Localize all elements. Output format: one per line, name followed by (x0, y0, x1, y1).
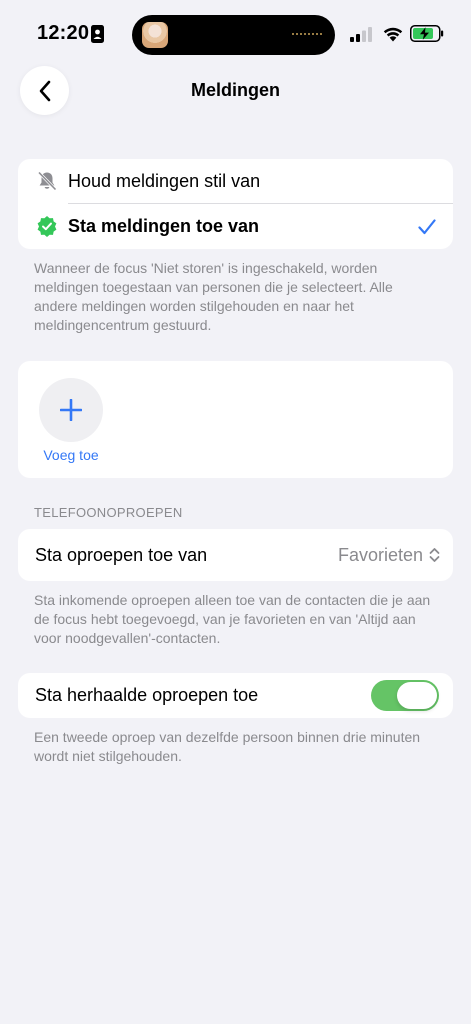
option-label: Houd meldingen stil van (68, 171, 261, 191)
chevron-up-down-icon (429, 548, 440, 562)
checkmark-badge-icon (37, 216, 57, 237)
allow-calls-footnote: Sta inkomende oproepen alleen toe van de… (34, 592, 431, 646)
checkmark-icon (418, 219, 436, 235)
option-silence-notifications[interactable]: Houd meldingen stil van (18, 159, 453, 204)
now-playing-avatar (142, 22, 168, 48)
status-bar: 12:20 (0, 0, 471, 70)
add-person-button[interactable] (39, 378, 103, 442)
repeated-calls-footnote: Een tweede oproep van dezelfde persoon b… (34, 729, 421, 764)
wifi-icon (383, 27, 403, 42)
plus-icon (60, 399, 82, 421)
people-group: Voeg toe (18, 361, 453, 478)
bell-slash-icon (37, 171, 57, 191)
toggle-knob (397, 682, 437, 709)
option-label: Sta meldingen toe van (68, 216, 260, 236)
battery-charging-icon (410, 25, 444, 42)
add-person-label[interactable]: Voeg toe (28, 447, 114, 463)
allow-calls-group: Sta oproepen toe van Favorieten (18, 529, 453, 581)
cellular-signal-icon (350, 27, 372, 42)
notification-mode-group: Houd meldingen stil van Sta meldingen to… (18, 159, 453, 249)
audio-waveform-icon (292, 33, 322, 35)
repeated-calls-group: Sta herhaalde oproepen toe (18, 673, 453, 718)
mode-footnote: Wanneer de focus 'Niet storen' is ingesc… (34, 260, 393, 333)
repeated-calls-row: Sta herhaalde oproepen toe (18, 673, 453, 718)
allow-calls-row[interactable]: Sta oproepen toe van Favorieten (18, 529, 453, 581)
repeated-calls-toggle[interactable] (371, 680, 439, 711)
page-title: Meldingen (191, 80, 280, 100)
repeated-calls-label: Sta herhaalde oproepen toe (35, 685, 259, 705)
section-header-calls: TELEFOONOPROEPEN (34, 505, 183, 520)
allow-calls-label: Sta oproepen toe van (35, 544, 208, 565)
allow-calls-value[interactable]: Favorieten (338, 545, 423, 566)
dynamic-island[interactable] (132, 15, 335, 55)
option-allow-notifications[interactable]: Sta meldingen toe van (18, 204, 453, 249)
contact-card-icon (91, 25, 104, 43)
status-time: 12:20 (37, 22, 90, 44)
